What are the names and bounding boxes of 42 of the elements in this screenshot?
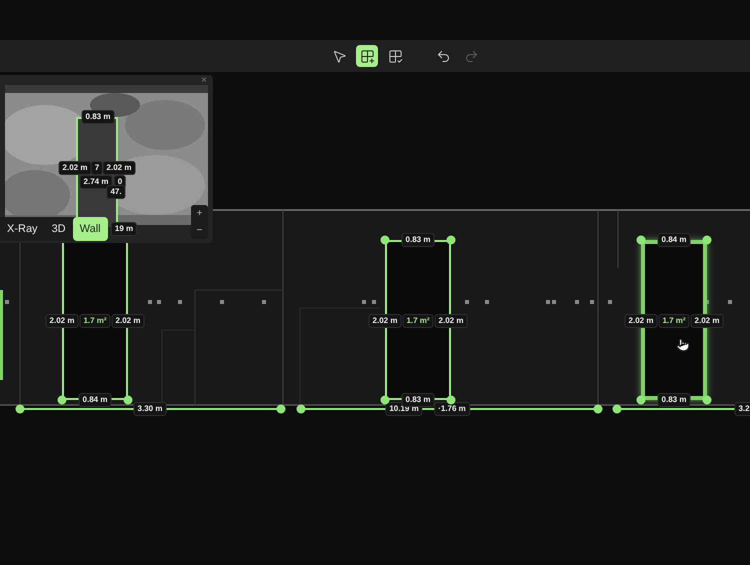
dimension-label: 2.74 m <box>80 175 112 189</box>
view-tab[interactable]: 3D <box>44 217 73 241</box>
height-label: 2.02 m <box>624 314 658 328</box>
height-label: 2.02 m <box>112 314 144 328</box>
area-label: 1.7 m² <box>79 314 111 328</box>
grid-plus-icon <box>360 48 374 64</box>
width-label: 0.83 m <box>402 233 434 247</box>
dimension-label: 0.83 m <box>82 110 114 124</box>
area-label: 1.7 m² <box>402 314 434 328</box>
dimension-handle[interactable] <box>594 404 602 414</box>
dimension-handle[interactable] <box>612 404 622 414</box>
dimension-label: 19 m <box>110 222 138 236</box>
grid-check-icon <box>388 48 402 64</box>
dimension-label: ·1.76 m <box>434 402 470 416</box>
dimension-handle[interactable] <box>296 404 306 414</box>
width-label: 0.83 m <box>402 393 434 407</box>
dimension-label: 7 <box>90 161 104 175</box>
undo-icon <box>436 48 450 64</box>
close-button[interactable]: × <box>201 76 207 86</box>
redo-icon <box>464 48 478 64</box>
dimension-label: 2.02 m <box>102 161 136 175</box>
height-label: 2.02 m <box>434 314 468 328</box>
dimension-label: 2.02 m <box>58 161 92 175</box>
width-label: 0.84 m <box>78 393 112 407</box>
dimension-handle[interactable] <box>276 404 286 414</box>
width-label: 0.84 m <box>658 233 690 247</box>
hand-cursor-icon <box>676 338 690 352</box>
area-label: 1.7 m² <box>658 314 690 328</box>
width-label: 0.83 m <box>658 393 690 407</box>
add-opening-button[interactable] <box>356 45 378 67</box>
dimension-handle[interactable] <box>16 404 24 414</box>
zoom-in-button[interactable]: + <box>191 205 208 222</box>
height-label: 2.02 m <box>368 314 402 328</box>
view-tab[interactable]: X-Ray <box>0 217 45 241</box>
pointer-icon <box>332 48 346 64</box>
dimension-label: 47. <box>106 185 126 199</box>
height-label: 2.02 m <box>690 314 724 328</box>
view-tab[interactable]: Wall <box>72 217 108 241</box>
dimension-label: 3.30 m <box>134 402 166 416</box>
zoom-out-button[interactable]: − <box>191 222 208 239</box>
dimension-label: 3.2 <box>734 402 750 416</box>
height-label: 2.02 m <box>46 314 78 328</box>
